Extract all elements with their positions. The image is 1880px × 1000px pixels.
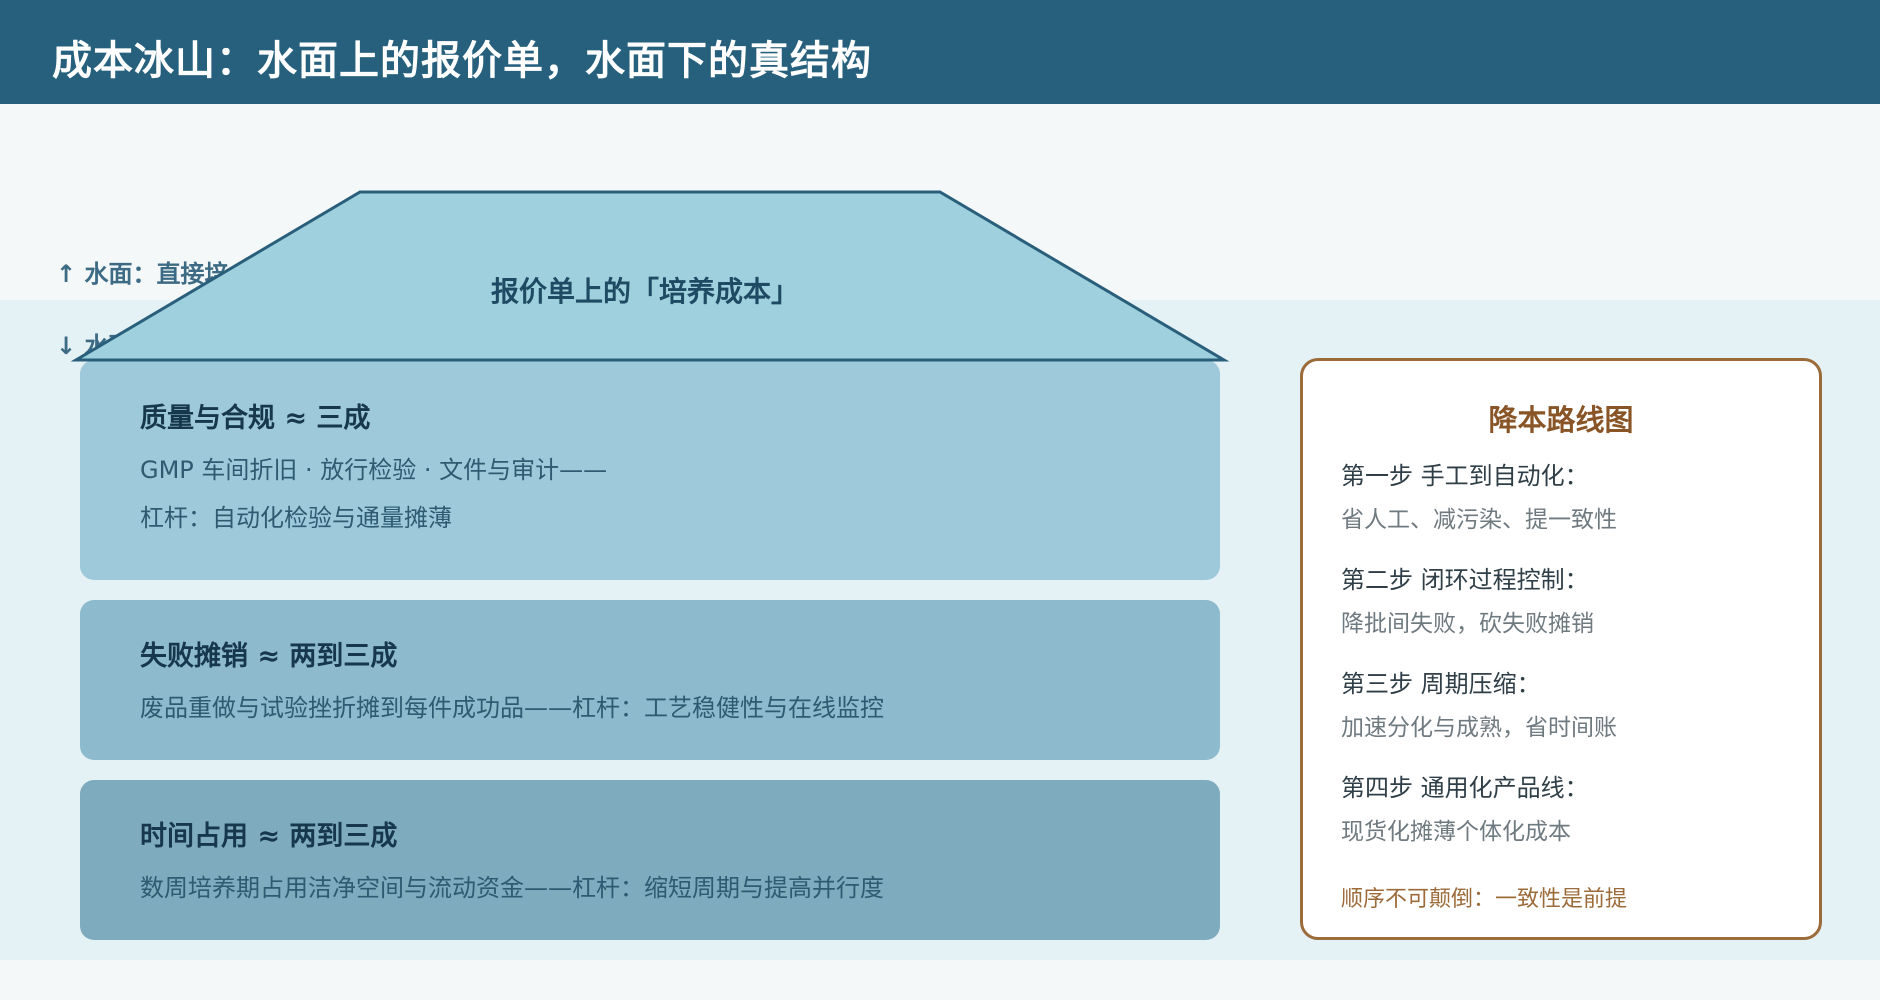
roadmap-step: 第二步 闭环过程控制： 降批间失败，砍失败摊销: [1341, 565, 1801, 639]
cost-block-detail: 废品重做与试验挫折摊到每件成功品——杠杆：工艺稳健性与在线监控: [140, 694, 884, 722]
roadmap-step-head: 第一步 手工到自动化：: [1341, 462, 1589, 490]
roadmap-step-desc: 省人工、减污染、提一致性: [1341, 507, 1617, 533]
cost-block-time: 时间占用 ≈ 两到三成 数周培养期占用洁净空间与流动资金——杠杆：缩短周期与提高…: [80, 780, 1220, 940]
roadmap-step: 第四步 通用化产品线： 现货化摊薄个体化成本: [1341, 773, 1801, 847]
header-bar: 成本冰山：水面上的报价单，水面下的真结构: [0, 0, 1880, 104]
roadmap-step-head: 第三步 周期压缩：: [1341, 670, 1541, 698]
roadmap-note: 顺序不可颠倒：一致性是前提: [1341, 887, 1628, 912]
cost-block-failure: 失败摊销 ≈ 两到三成 废品重做与试验挫折摊到每件成功品——杠杆：工艺稳健性与在…: [80, 600, 1220, 760]
roadmap-card: 降本路线图 第一步 手工到自动化： 省人工、减污染、提一致性 第二步 闭环过程控…: [1300, 358, 1822, 940]
waterline-below-label: ↓ 水面: [56, 332, 133, 360]
roadmap-step-desc: 降批间失败，砍失败摊销: [1341, 611, 1594, 637]
roadmap-title: 降本路线图: [1488, 403, 1634, 437]
roadmap-step-desc: 现货化摊薄个体化成本: [1341, 819, 1571, 845]
roadmap-step-desc: 加速分化与成熟，省时间账: [1341, 715, 1617, 741]
cost-block-title: 时间占用 ≈ 两到三成: [140, 821, 398, 852]
cost-block-detail: GMP 车间折旧 · 放行检验 · 文件与审计——: [140, 456, 608, 484]
roadmap-step: 第三步 周期压缩： 加速分化与成熟，省时间账: [1341, 669, 1801, 743]
page-title: 成本冰山：水面上的报价单，水面下的真结构: [52, 38, 872, 84]
cost-block-title: 失败摊销 ≈ 两到三成: [140, 641, 398, 672]
page: 成本冰山：水面上的报价单，水面下的真结构 ↑ 水面：直接培 ↓ 水面 质量与合规…: [0, 0, 1880, 1000]
cost-block-detail: 数周培养期占用洁净空间与流动资金——杠杆：缩短周期与提高并行度: [140, 874, 884, 902]
waterline-above-label: ↑ 水面：直接培: [56, 260, 229, 288]
cost-block-title: 质量与合规 ≈ 三成: [140, 403, 371, 434]
iceberg-tip-label: 报价单上的「培养成本」: [490, 275, 799, 308]
roadmap-step-head: 第四步 通用化产品线：: [1341, 774, 1589, 802]
cost-block-lever: 杠杆：自动化检验与通量摊薄: [140, 504, 452, 532]
roadmap-step-head: 第二步 闭环过程控制：: [1341, 566, 1589, 594]
cost-block-quality: 质量与合规 ≈ 三成 GMP 车间折旧 · 放行检验 · 文件与审计—— 杠杆：…: [80, 360, 1220, 580]
roadmap-step: 第一步 手工到自动化： 省人工、减污染、提一致性: [1341, 461, 1801, 535]
